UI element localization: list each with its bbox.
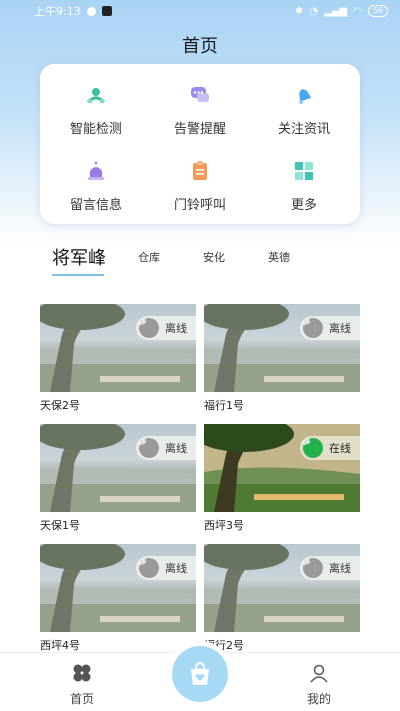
camera-card[interactable]: 离线 西坪4号 <box>40 544 196 653</box>
shopping-bag-heart-icon <box>191 661 209 685</box>
camera-name: 西坪4号 <box>40 639 80 652</box>
camera-card[interactable]: 离线 天保1号 <box>40 424 196 533</box>
home-clover-icon <box>73 664 91 682</box>
smart-detect-icon <box>86 88 106 104</box>
battery-indicator: 56 <box>367 5 388 17</box>
nav-home[interactable]: 首页 <box>52 663 112 707</box>
camera-thumbnail: 离线 <box>40 424 196 512</box>
signal-icon: ▂▄▆ <box>324 5 348 17</box>
offline-link-icon <box>137 318 159 338</box>
grid-more-icon <box>295 162 313 180</box>
status-badge: 离线 <box>300 556 360 580</box>
tab-anhua[interactable]: 安化 <box>203 249 225 265</box>
status-badge: 离线 <box>300 316 360 340</box>
function-label: 关注资讯 <box>277 122 330 137</box>
function-label: 智能检测 <box>69 122 122 137</box>
camera-name: 福行1号 <box>204 399 244 412</box>
camera-name: 天保2号 <box>40 399 80 412</box>
camera-thumbnail: 离线 <box>204 304 360 392</box>
function-smart-detect[interactable]: 智能检测 <box>43 84 149 154</box>
nav-mine-label: 我的 <box>306 692 331 706</box>
function-label: 门铃呼叫 <box>173 198 226 213</box>
offline-link-icon <box>301 558 323 578</box>
status-badge: 在线 <box>300 436 360 460</box>
camera-thumbnail: 离线 <box>204 544 360 632</box>
wifi-icon: ◠ <box>353 5 362 17</box>
camera-name: 福行2号 <box>204 639 244 652</box>
camera-thumbnail: 在线 <box>204 424 360 512</box>
tab-yingde[interactable]: 英德 <box>268 249 290 265</box>
camera-card[interactable]: 离线 福行1号 <box>204 304 360 413</box>
function-follow-news[interactable]: 关注资讯 <box>251 84 357 154</box>
offline-link-icon <box>137 438 159 458</box>
function-label: 更多 <box>290 198 317 213</box>
center-shop-button[interactable] <box>172 646 228 702</box>
alarm-chat-icon <box>191 87 209 102</box>
status-badge: 离线 <box>136 436 196 460</box>
tiktok-notification-icon <box>101 6 112 16</box>
offline-link-icon <box>137 558 159 578</box>
status-badge: 离线 <box>136 316 196 340</box>
status-badge: 离线 <box>136 556 196 580</box>
siren-icon <box>88 161 104 180</box>
message-notification-icon <box>86 6 96 16</box>
camera-thumbnail: 离线 <box>40 544 196 632</box>
alarm-clock-icon: ◔ <box>309 5 318 17</box>
bell-icon <box>299 89 312 104</box>
bluetooth-icon: ✱ <box>294 5 304 17</box>
function-messages[interactable]: 留言信息 <box>43 160 149 230</box>
offline-link-icon <box>301 318 323 338</box>
function-more[interactable]: 更多 <box>251 160 357 230</box>
nav-home-label: 首页 <box>69 692 94 706</box>
tab-jiangjunfeng[interactable]: 将军峰 <box>52 244 106 270</box>
camera-card[interactable]: 离线 福行2号 <box>204 544 360 653</box>
camera-name: 西坪3号 <box>204 519 244 532</box>
function-doorbell[interactable]: 门铃呼叫 <box>147 160 253 230</box>
camera-card[interactable]: 离线 天保2号 <box>40 304 196 413</box>
function-label: 告警提醒 <box>173 122 226 137</box>
page-title: 首页 <box>182 36 218 57</box>
camera-name: 天保1号 <box>40 519 80 532</box>
function-card: 智能检测 告警提醒 关注资讯 留言信息 门铃呼叫 更多 <box>40 64 360 224</box>
camera-card[interactable]: 在线 西坪3号 <box>204 424 360 533</box>
camera-thumbnail: 离线 <box>40 304 196 392</box>
active-tab-indicator <box>52 274 104 276</box>
tab-cangku[interactable]: 仓库 <box>138 249 160 265</box>
online-link-icon <box>301 438 323 458</box>
user-icon <box>310 664 328 683</box>
status-time: 上午9:13 <box>34 5 81 18</box>
nav-mine[interactable]: 我的 <box>289 663 349 707</box>
function-alarm[interactable]: 告警提醒 <box>147 84 253 154</box>
function-label: 留言信息 <box>69 198 122 213</box>
location-tabs: 将军峰 仓库 安化 英德 <box>0 238 400 278</box>
status-bar: 上午9:13 ✱ ◔ ▂▄▆ ◠ 56 <box>0 0 400 22</box>
doorbell-note-icon <box>193 161 207 180</box>
